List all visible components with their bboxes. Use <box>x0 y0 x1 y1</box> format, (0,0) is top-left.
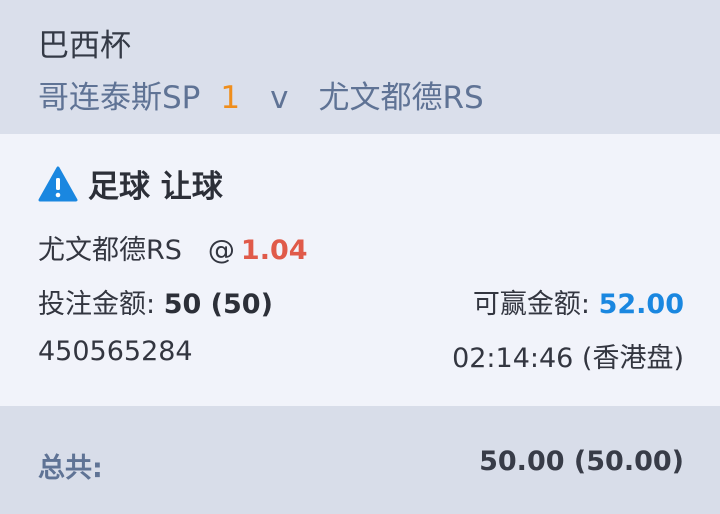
score: 1 <box>220 80 241 116</box>
selection-line: 尤文都德RS @1.04 <box>38 228 308 267</box>
warning-icon <box>38 166 78 201</box>
away-team: 尤文都德RS <box>318 80 484 116</box>
match-line: 哥连泰斯SP 1 v 尤文都德RS <box>38 72 484 117</box>
bet-type-label: 足球 让球 <box>88 169 223 205</box>
potential-win: 可赢金额: 52.00 <box>473 282 684 321</box>
win-label: 可赢金额: <box>472 289 599 320</box>
total-label: 总共: <box>38 453 103 484</box>
stake: 投注金额: 50 (50) <box>38 282 273 321</box>
bet-time: 02:14:46 (香港盘) <box>452 343 684 374</box>
match-header: 巴西杯 哥连泰斯SP 1 v 尤文都德RS <box>0 0 720 134</box>
stake-label: 投注金额: <box>38 289 164 320</box>
total-value: 50.00 (50.00) <box>479 446 684 477</box>
at-symbol: @ <box>207 235 235 266</box>
versus-label: v <box>270 80 289 116</box>
home-team: 哥连泰斯SP <box>38 80 201 116</box>
amount-row: 投注金额: 50 (50) 可赢金额: 52.00 <box>38 282 684 321</box>
win-value: 52.00 <box>598 289 684 320</box>
odds-value: 1.04 <box>240 235 308 266</box>
ticket-row: 450565284 02:14:46 (香港盘) <box>38 336 684 375</box>
selection-team: 尤文都德RS <box>38 235 182 266</box>
bet-title: 足球 让球 <box>38 161 223 206</box>
stake-value: 50 (50) <box>163 289 273 320</box>
league-name: 巴西杯 <box>38 28 131 64</box>
bet-card: 足球 让球 尤文都德RS @1.04 投注金额: 50 (50) 可赢金额: 52… <box>0 134 720 406</box>
ticket-id: 450565284 <box>38 336 193 367</box>
total-footer: 总共: 50.00 (50.00) <box>0 406 720 514</box>
